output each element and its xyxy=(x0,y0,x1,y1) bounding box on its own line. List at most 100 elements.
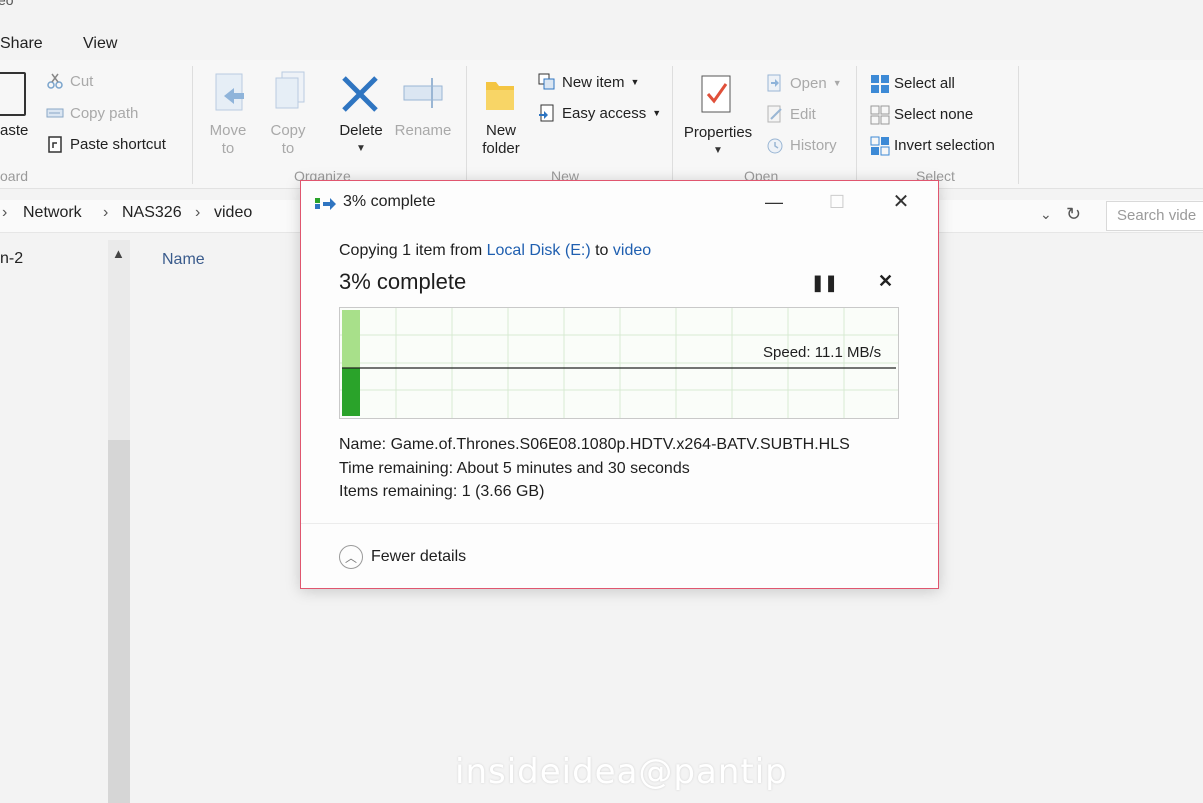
name-label: Name: xyxy=(339,436,387,453)
invert-selection-icon xyxy=(870,136,890,156)
pause-icon[interactable]: ❚❚ xyxy=(811,273,838,293)
properties-button[interactable]: Properties ▼ xyxy=(680,124,756,160)
maximize-icon: ☐ xyxy=(828,192,846,212)
chevron-down-icon: ▼ xyxy=(713,145,723,156)
chevron-down-icon: ▼ xyxy=(356,143,366,154)
speed-graph-canvas xyxy=(340,308,898,418)
new-item-button[interactable]: New item ▼ xyxy=(538,73,639,91)
nav-item[interactable]: n-2 xyxy=(0,250,23,268)
edit-icon xyxy=(766,105,784,123)
paste-button[interactable]: aste xyxy=(0,122,28,140)
time-remaining-label: Time remaining: xyxy=(339,460,454,477)
minimize-icon[interactable]: — xyxy=(754,187,794,217)
dialog-divider xyxy=(301,523,938,524)
move-to-button[interactable]: Move to xyxy=(205,122,251,158)
tab-view[interactable]: View xyxy=(83,35,117,53)
history-label: History xyxy=(790,136,837,154)
new-folder-label: New xyxy=(485,122,516,139)
breadcrumb-separator-icon: › xyxy=(2,204,8,221)
paste-icon[interactable] xyxy=(0,72,26,116)
breadcrumb-video[interactable]: video xyxy=(214,204,252,222)
clipboard-group-label: oard xyxy=(0,168,29,184)
invert-selection-label: Invert selection xyxy=(894,136,995,154)
open-button[interactable]: Open ▼ xyxy=(766,74,842,92)
copy-summary: Copying 1 item from Local Disk (E:) to v… xyxy=(339,242,651,260)
copy-to-sublabel: to xyxy=(281,140,295,157)
copy-prefix: Copying 1 item from xyxy=(339,242,483,259)
ribbon-separator xyxy=(672,66,673,184)
edit-label: Edit xyxy=(790,105,816,123)
scroll-up-icon[interactable]: ▲ xyxy=(112,246,125,261)
fewer-details-button[interactable]: ︿ Fewer details xyxy=(339,545,466,569)
scissors-icon xyxy=(46,72,64,90)
copy-path-icon xyxy=(46,104,64,122)
chevron-down-icon: ▼ xyxy=(832,78,842,88)
rename-button[interactable]: Rename xyxy=(392,122,454,140)
speed-label: Speed: 11.1 MB/s xyxy=(763,344,882,361)
select-all-button[interactable]: Select all xyxy=(870,74,955,93)
select-all-icon xyxy=(870,74,889,93)
edit-button[interactable]: Edit xyxy=(766,105,816,123)
copy-path-button[interactable]: Copy path xyxy=(46,104,138,122)
speed-graph xyxy=(339,307,899,419)
paste-shortcut-label: Paste shortcut xyxy=(70,135,166,153)
name-column-header[interactable]: Name xyxy=(162,251,205,269)
copy-icon xyxy=(315,195,337,211)
time-remaining-row: Time remaining: About 5 minutes and 30 s… xyxy=(339,460,690,478)
ribbon-separator xyxy=(466,66,467,184)
name-value: Game.of.Thrones.S06E08.1080p.HDTV.x264-B… xyxy=(390,436,850,453)
paste-shortcut-button[interactable]: Paste shortcut xyxy=(46,135,166,153)
name-row: Name: Game.of.Thrones.S06E08.1080p.HDTV.… xyxy=(339,436,850,454)
nav-scrollbar-thumb[interactable] xyxy=(108,440,130,803)
breadcrumb-network[interactable]: Network xyxy=(23,204,82,222)
delete-label: Delete xyxy=(339,122,383,139)
chevron-down-icon[interactable]: ⌄ xyxy=(1040,206,1052,223)
select-all-label: Select all xyxy=(894,74,955,92)
speed-fill xyxy=(342,368,360,416)
refresh-icon[interactable]: ↻ xyxy=(1066,204,1081,225)
select-none-button[interactable]: Select none xyxy=(870,105,973,125)
copy-progress-dialog: 3% complete — ☐ ✕ Copying 1 item from Lo… xyxy=(300,180,939,589)
copy-path-label: Copy path xyxy=(70,104,139,122)
new-folder-button[interactable]: New folder xyxy=(474,122,528,158)
ribbon-separator xyxy=(1018,66,1019,184)
move-to-label: Move xyxy=(209,122,247,139)
source-link[interactable]: Local Disk (E:) xyxy=(487,242,591,259)
cancel-icon[interactable]: ✕ xyxy=(878,271,893,292)
breadcrumb-nas326[interactable]: NAS326 xyxy=(122,204,182,222)
percent-complete: 3% complete xyxy=(339,269,467,294)
close-icon[interactable]: ✕ xyxy=(881,187,921,217)
ribbon-separator xyxy=(856,66,857,184)
chevron-down-icon: ▼ xyxy=(630,77,640,87)
breadcrumb-separator-icon: › xyxy=(195,204,201,221)
properties-icon xyxy=(700,74,734,116)
breadcrumb-separator-icon: › xyxy=(103,204,109,221)
copy-to-button[interactable]: Copy to xyxy=(265,122,311,158)
invert-selection-button[interactable]: Invert selection xyxy=(870,136,995,156)
copy-to-icon xyxy=(272,70,312,114)
easy-access-button[interactable]: Easy access ▼ xyxy=(538,104,661,122)
cut-label: Cut xyxy=(70,72,94,90)
move-to-sublabel: to xyxy=(221,140,235,157)
ribbon-separator xyxy=(192,66,193,184)
history-button[interactable]: History xyxy=(766,136,837,154)
watermark: insideidea@pantip xyxy=(455,752,788,792)
new-item-icon xyxy=(538,73,556,91)
items-remaining-value: 1 (3.66 GB) xyxy=(461,483,545,500)
items-remaining-row: Items remaining: 1 (3.66 GB) xyxy=(339,483,544,501)
window-title: eo xyxy=(0,0,14,8)
easy-access-label: Easy access xyxy=(562,104,647,122)
tab-share[interactable]: Share xyxy=(0,35,43,53)
fewer-details-label: Fewer details xyxy=(371,548,467,565)
items-remaining-label: Items remaining: xyxy=(339,483,458,500)
to-word: to xyxy=(595,242,609,259)
properties-label: Properties xyxy=(683,124,753,141)
destination-link[interactable]: video xyxy=(613,242,651,259)
dialog-title: 3% complete xyxy=(343,193,436,210)
search-input[interactable]: Search vide xyxy=(1106,201,1203,231)
delete-button[interactable]: Delete ▼ xyxy=(335,122,387,158)
cut-button[interactable]: Cut xyxy=(46,72,93,90)
new-folder-sublabel: folder xyxy=(482,140,520,157)
delete-icon xyxy=(340,74,380,114)
chevron-down-icon: ▼ xyxy=(652,108,662,118)
